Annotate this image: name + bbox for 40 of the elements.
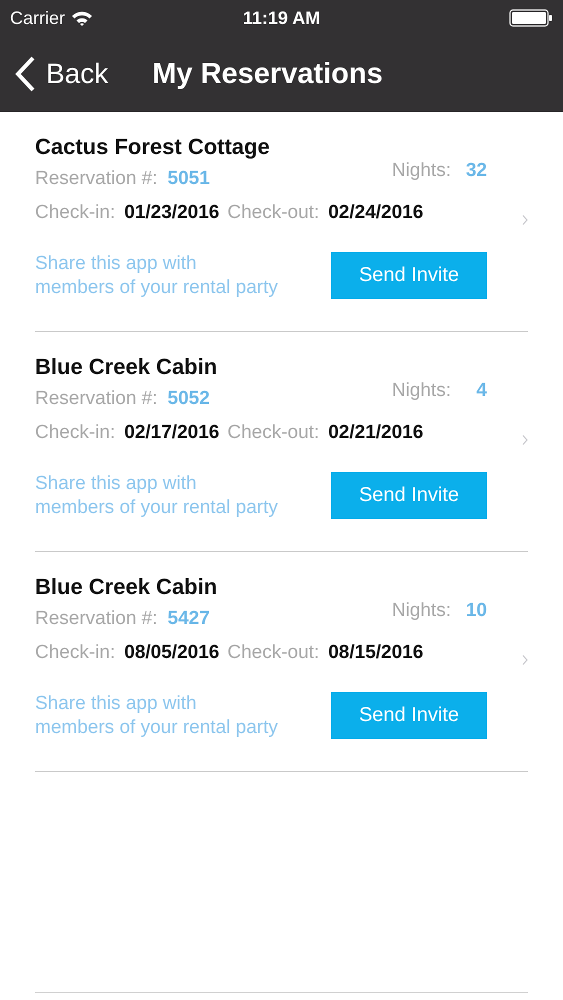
reservation-name: Cactus Forest Cottage: [35, 134, 271, 160]
check-out-label: Check-out:: [227, 642, 320, 664]
share-text: Share this app with members of your rental party: [35, 472, 279, 520]
check-in-date: 01/23/2016: [124, 202, 220, 224]
share-text: Share this app with members of your rental party: [35, 252, 279, 300]
reservation-number: 5051: [168, 168, 210, 190]
check-in-date: 08/05/2016: [124, 642, 220, 664]
check-in-label: Check-in:: [35, 642, 116, 664]
page-title: My Reservations: [152, 58, 383, 90]
wifi-icon: [71, 10, 94, 26]
reservation-label: Reservation #:: [35, 168, 158, 190]
reservation-label: Reservation #:: [35, 388, 158, 410]
send-invite-button[interactable]: Send Invite: [330, 692, 487, 739]
nights-label: Nights:: [392, 160, 451, 182]
reservation-number: 5052: [168, 388, 210, 410]
back-chevron-icon: [14, 56, 36, 92]
check-in-date: 02/17/2016: [124, 422, 220, 444]
status-time: 11:19 AM: [242, 8, 320, 28]
reservation-number: 5427: [168, 608, 210, 630]
nights-count: 32: [464, 160, 487, 182]
carrier-label: Carrier: [10, 8, 66, 28]
check-out-label: Check-out:: [227, 202, 320, 224]
back-button[interactable]: Back: [14, 56, 108, 92]
check-out-label: Check-out:: [227, 422, 320, 444]
battery-icon: [509, 9, 553, 27]
check-out-date: 02/21/2016: [328, 422, 424, 444]
reservation-label: Reservation #:: [35, 608, 158, 630]
send-invite-button[interactable]: Send Invite: [330, 472, 487, 519]
nights-count: 10: [464, 600, 487, 622]
nights-label: Nights:: [392, 380, 451, 402]
share-text: Share this app with members of your rental party: [35, 692, 279, 740]
check-in-label: Check-in:: [35, 422, 116, 444]
nights-count: 4: [475, 380, 487, 402]
check-out-date: 02/24/2016: [328, 202, 424, 224]
send-invite-button[interactable]: Send Invite: [330, 252, 487, 299]
nights-label: Nights:: [392, 600, 451, 622]
check-in-label: Check-in:: [35, 202, 116, 224]
reservation-name: Blue Creek Cabin: [35, 574, 218, 600]
reservation-name: Blue Creek Cabin: [35, 354, 218, 380]
check-out-date: 08/15/2016: [328, 642, 424, 664]
